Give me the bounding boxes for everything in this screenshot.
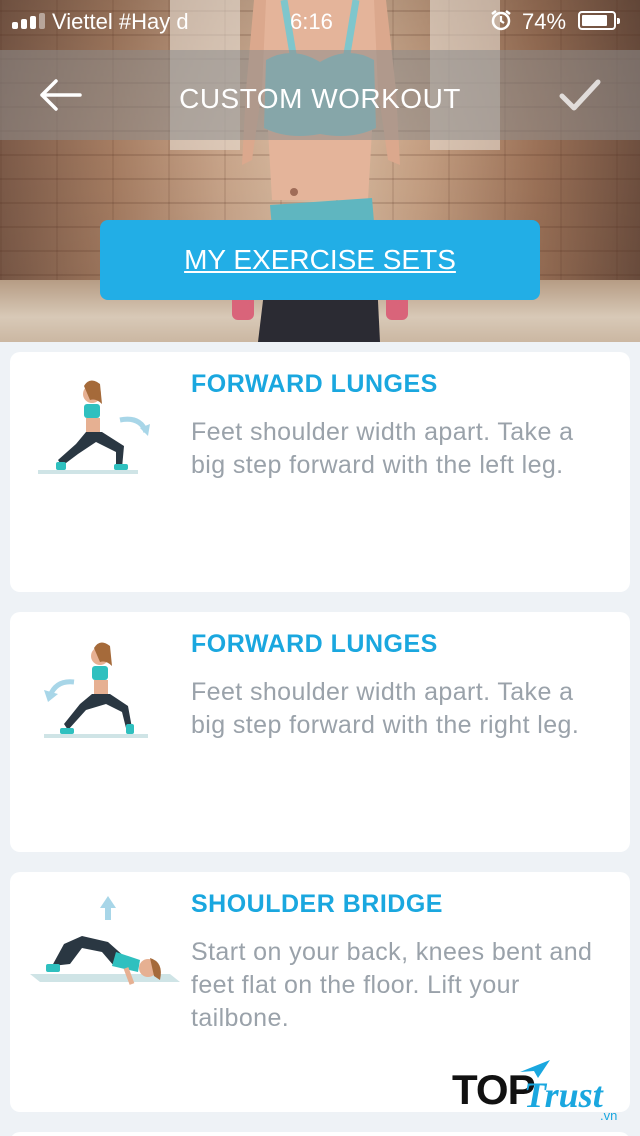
custom-workout-screen: Viettel #Hay d 6:16 74% CUSTOM WORKOUT M… xyxy=(0,0,640,1136)
toptrust-watermark-logo: TOP Trust .vn xyxy=(452,1058,632,1128)
status-bar: Viettel #Hay d 6:16 74% xyxy=(0,0,640,42)
shoulder-bridge-icon xyxy=(30,896,180,985)
carrier-name: Viettel #Hay d xyxy=(52,9,189,34)
battery-percentage: 74% xyxy=(522,9,567,34)
battery-icon xyxy=(578,11,620,30)
signal-strength-icon xyxy=(12,13,45,29)
exercise-card-forward-lunges-left[interactable]: FORWARD LUNGES Feet shoulder width apart… xyxy=(10,352,630,592)
watermark-trust: Trust xyxy=(524,1075,603,1115)
my-exercise-sets-button[interactable]: MY EXERCISE SETS xyxy=(100,220,540,300)
exercise-description: Start on your back, knees bent and feet … xyxy=(191,938,593,1032)
exercise-name: SHOULDER BRIDGE xyxy=(191,890,443,918)
navigation-bar: CUSTOM WORKOUT xyxy=(0,50,640,140)
forward-lunge-right-icon xyxy=(44,642,148,738)
forward-lunge-left-icon xyxy=(38,380,150,474)
exercise-list: FORWARD LUNGES Feet shoulder width apart… xyxy=(0,342,640,1136)
checkmark-icon[interactable] xyxy=(558,78,602,114)
exercise-name: FORWARD LUNGES xyxy=(191,370,438,398)
exercise-card-next[interactable] xyxy=(10,1132,630,1136)
exercise-name: FORWARD LUNGES xyxy=(191,630,438,658)
page-title: CUSTOM WORKOUT xyxy=(179,83,461,114)
exercise-card-forward-lunges-right[interactable]: FORWARD LUNGES Feet shoulder width apart… xyxy=(10,612,630,852)
watermark-tld: .vn xyxy=(600,1108,618,1123)
alarm-clock-icon xyxy=(491,10,511,31)
status-time: 6:16 xyxy=(290,9,333,34)
exercise-description: Feet shoulder width apart. Take a big st… xyxy=(191,418,574,479)
exercise-description: Feet shoulder width apart. Take a big st… xyxy=(191,678,580,739)
